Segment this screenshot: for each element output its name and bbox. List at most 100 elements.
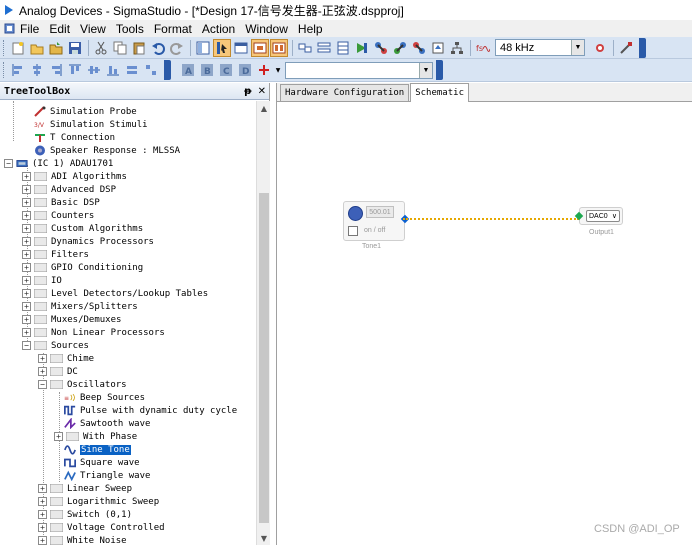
dac-select[interactable]: DAC0 ∨ [586,210,620,222]
text-style-select[interactable]: ▼ [285,61,433,79]
list-item[interactable]: 3/V Simulation Stimuli [34,118,148,131]
list-item[interactable]: + Filters [22,248,89,261]
expand-icon[interactable]: + [38,497,47,506]
paste-icon[interactable] [130,39,148,57]
list-item[interactable]: Speaker Response : MLSSA [34,144,180,157]
hardware-view-icon[interactable] [270,38,288,57]
schematic-canvas[interactable]: 500.01 on / off Tone1 DAC0 ∨ Output1 [277,102,692,545]
save-icon[interactable] [66,39,84,57]
settings-icon[interactable] [591,39,609,57]
list-item[interactable]: − Oscillators [38,378,127,391]
same-size-icon[interactable] [142,61,160,79]
list-item[interactable]: + White Noise [38,534,127,545]
list-item[interactable]: + GPIO Conditioning [22,261,143,274]
list-item[interactable]: + ADI Algorithms [22,170,127,183]
scroll-down-icon[interactable]: ▼ [257,531,271,545]
align-top-icon[interactable] [66,61,84,79]
tab-hardware-configuration[interactable]: Hardware Configuration [280,84,410,101]
list-item[interactable]: + Non Linear Processors [22,326,165,339]
list-item[interactable]: Simulation Probe [34,105,137,118]
toolbar-grip[interactable] [3,39,6,56]
menu-help[interactable]: Help [297,22,324,36]
pointer-tool-icon[interactable] [213,38,231,57]
list-item[interactable]: + Dynamics Processors [22,235,154,248]
list-item[interactable]: + Voltage Controlled [38,521,165,534]
expand-icon[interactable]: + [22,198,31,207]
add-icon[interactable] [255,61,273,79]
expand-icon[interactable]: + [38,484,47,493]
expand-icon[interactable]: + [22,302,31,311]
expand-icon[interactable]: + [22,289,31,298]
list-item[interactable]: ≡ Beep Sources [64,391,145,404]
menu-action[interactable]: Action [201,22,236,36]
expand-icon[interactable]: + [38,367,47,376]
expand-icon[interactable]: + [22,250,31,259]
menu-view[interactable]: View [79,22,107,36]
toolbar-overflow[interactable] [436,60,443,80]
list-item[interactable]: + DC [38,365,78,378]
list-item[interactable]: + Custom Algorithms [22,222,143,235]
window-layout-icon[interactable] [232,39,250,57]
align-bottom-icon[interactable] [104,61,122,79]
delete-icon[interactable]: D [236,61,254,79]
bold-text-icon[interactable]: B [198,61,216,79]
cut-icon[interactable] [92,39,110,57]
list-item[interactable]: + Logarithmic Sweep [38,495,159,508]
on-off-checkbox[interactable] [348,226,358,236]
list-item[interactable]: + Linear Sweep [38,482,132,495]
expand-icon[interactable]: + [22,172,31,181]
open-recent-icon[interactable] [47,39,65,57]
align-left-icon[interactable] [9,61,27,79]
list-item[interactable]: + Basic DSP [22,196,100,209]
signal-wire[interactable] [403,218,579,220]
menu-edit[interactable]: Edit [48,22,71,36]
copy-icon[interactable] [111,39,129,57]
collapse-icon[interactable]: − [38,380,47,389]
expand-icon[interactable]: + [22,224,31,233]
expand-icon[interactable]: + [38,354,47,363]
list-item[interactable]: + Chime [38,352,94,365]
expand-icon[interactable]: + [22,328,31,337]
close-icon[interactable]: ✕ [258,86,266,97]
link-compile-download-icon[interactable] [372,39,390,57]
list-item[interactable]: Square wave [64,456,140,469]
chevron-down-icon[interactable]: ∨ [612,212,617,220]
sample-rate-select[interactable]: 48 kHz ▼ [495,39,585,56]
menu-window[interactable]: Window [244,22,289,36]
menu-tools[interactable]: Tools [115,22,145,36]
redo-icon[interactable] [168,39,186,57]
output-block[interactable]: DAC0 ∨ [574,207,623,225]
expand-icon[interactable]: + [54,432,63,441]
stop-icon[interactable] [410,39,428,57]
tone-block[interactable]: 500.01 on / off [343,201,410,241]
link-compile-icon[interactable] [353,39,371,57]
list-item[interactable]: + IO [22,274,62,287]
list-item[interactable]: + Mixers/Splitters [22,300,138,313]
align-center-icon[interactable] [28,61,46,79]
expand-icon[interactable]: + [22,185,31,194]
tree-scrollbar[interactable]: ▲ ▼ [256,101,270,545]
list-item[interactable]: + Advanced DSP [22,183,116,196]
menu-format[interactable]: Format [153,22,193,36]
expand-icon[interactable]: + [38,523,47,532]
run-icon[interactable] [391,39,409,57]
frequency-field[interactable]: 500.01 [366,206,394,218]
list-item[interactable]: + Switch (0,1) [38,508,132,521]
scrollbar-thumb[interactable] [259,193,269,523]
list-item[interactable]: − (IC 1) ADAU1701 [4,157,113,170]
expand-icon[interactable]: + [22,211,31,220]
expand-icon[interactable]: + [38,536,47,545]
list-item[interactable]: T Connection [34,131,115,144]
download-icon[interactable] [429,39,447,57]
expand-icon[interactable]: + [22,263,31,272]
toolbar-overflow[interactable] [639,37,646,58]
undo-icon[interactable] [149,39,167,57]
list-item[interactable]: − Sources [22,339,89,352]
list-item[interactable]: Sawtooth wave [64,417,150,430]
align-icon[interactable] [315,39,333,57]
align-right-icon[interactable] [47,61,65,79]
add-dropdown-icon[interactable]: ▼ [274,61,282,79]
distribute-icon[interactable] [334,39,352,57]
list-item[interactable]: + Level Detectors/Lookup Tables [22,287,208,300]
chevron-down-icon[interactable]: ▼ [419,62,432,78]
